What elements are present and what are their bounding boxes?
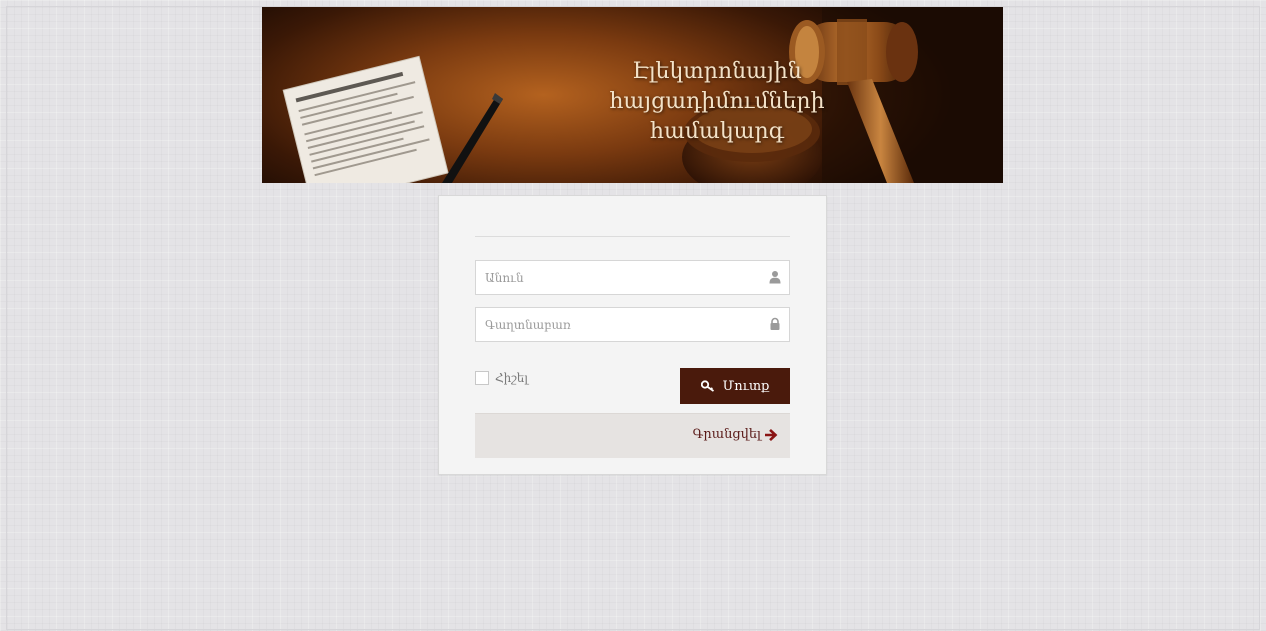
lock-icon (770, 317, 780, 330)
register-link[interactable]: Գրանցվել (693, 427, 778, 442)
user-icon (769, 271, 781, 284)
login-button[interactable]: Մուտք (680, 368, 790, 404)
register-link-label: Գրանցվել (692, 427, 761, 442)
username-input[interactable] (476, 261, 755, 294)
divider (475, 236, 790, 237)
login-panel: Հիշել Մուտք Գրանցվել (438, 195, 827, 475)
header-banner: Էլեկտրոնային հայցադիմումների համակարգ (262, 7, 1003, 183)
login-button-label: Մուտք (722, 378, 770, 394)
banner-title-line1: Էլեկտրոնային (632, 59, 802, 84)
key-icon (700, 380, 714, 392)
banner-title-line3: համակարգ (649, 119, 785, 144)
username-field (475, 260, 790, 295)
password-field (475, 307, 790, 342)
remember-me[interactable]: Հիշել (475, 371, 528, 385)
password-input[interactable] (476, 308, 755, 341)
remember-checkbox[interactable] (475, 371, 489, 385)
remember-label: Հիշել (495, 371, 528, 385)
banner-title: Էլեկտրոնային հայցադիմումների համակարգ (567, 57, 867, 147)
arrow-right-icon (765, 428, 778, 441)
register-bar: Գրանցվել (475, 413, 790, 458)
banner-title-line2: հայցադիմումների (609, 89, 825, 114)
